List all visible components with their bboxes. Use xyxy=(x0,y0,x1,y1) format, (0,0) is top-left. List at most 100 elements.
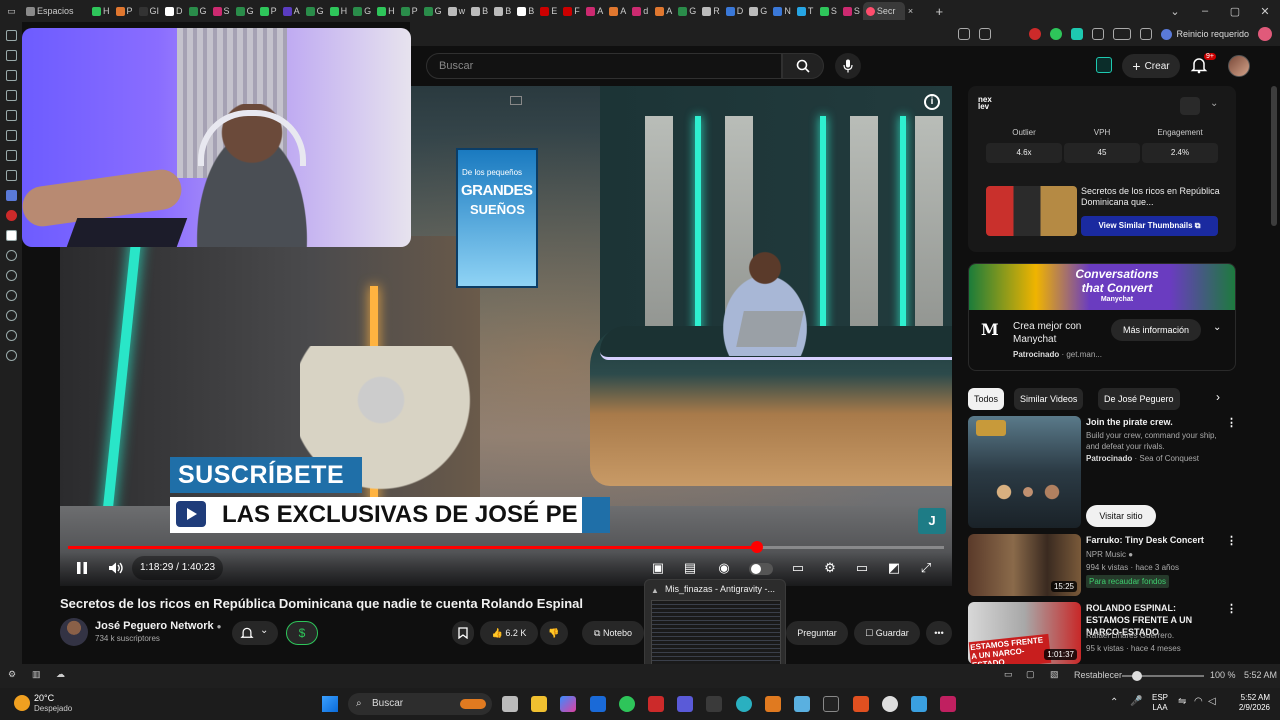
thanks-button[interactable]: $ xyxy=(286,621,318,645)
browser-tab[interactable]: w xyxy=(445,2,469,20)
close-window-icon[interactable]: ✕ xyxy=(1250,5,1280,18)
volume-button[interactable] xyxy=(106,558,126,578)
sidebar-web-panel-icon[interactable] xyxy=(5,290,17,301)
theater-mode-icon[interactable]: ▭ xyxy=(852,558,872,578)
active-tab[interactable]: Secr xyxy=(862,2,905,20)
chip-de-jose-peguero[interactable]: De José Peguero xyxy=(1098,388,1180,410)
sidebar-history-icon[interactable] xyxy=(5,90,17,101)
file-explorer-icon[interactable] xyxy=(531,696,547,712)
video-thumbnail[interactable]: 15:25 xyxy=(968,534,1081,596)
browser-tab[interactable]: G xyxy=(675,2,699,20)
minimize-icon[interactable]: – xyxy=(1190,5,1220,17)
taskbar-search[interactable]: ⌕ Buscar xyxy=(348,693,492,715)
task-view-icon[interactable] xyxy=(502,696,518,712)
channel-name[interactable]: José Peguero Network ● xyxy=(95,620,222,632)
profile-avatar-icon[interactable] xyxy=(1258,27,1272,41)
browser-tab[interactable]: D xyxy=(723,2,747,20)
browser-tab[interactable]: Espacios xyxy=(23,2,89,20)
browser-tab[interactable]: B xyxy=(468,2,491,20)
browser-tab[interactable]: P xyxy=(398,2,421,20)
browser-tab[interactable]: GI xyxy=(136,2,163,20)
chevron-down-icon[interactable]: ⌄ xyxy=(1213,322,1221,333)
more-options-icon[interactable]: ⋮ xyxy=(1226,534,1237,547)
create-button[interactable]: + Crear xyxy=(1122,54,1180,78)
image-toggle-icon[interactable]: ▧ xyxy=(1050,669,1059,680)
maximize-icon[interactable]: ▢ xyxy=(1220,5,1250,18)
sidebar-add-panel-icon[interactable] xyxy=(5,350,17,361)
browser-tab[interactable]: H xyxy=(89,2,113,20)
snipping-tool-icon[interactable] xyxy=(940,696,956,712)
browser-tab[interactable]: S xyxy=(840,2,863,20)
settings-gear-icon[interactable]: ⚙ xyxy=(8,669,16,680)
edge-icon[interactable] xyxy=(736,696,752,712)
notepad-icon[interactable] xyxy=(794,696,810,712)
page-scrollbar[interactable] xyxy=(1268,46,1280,664)
start-button[interactable] xyxy=(322,696,338,712)
sidebar-whatsapp-icon[interactable] xyxy=(5,230,17,241)
chip-todos[interactable]: Todos xyxy=(968,388,1005,410)
antigravity-icon[interactable] xyxy=(706,696,722,712)
browser-tab[interactable]: G xyxy=(746,2,770,20)
sidebar-web-panel-icon[interactable] xyxy=(5,330,17,341)
browser-tab[interactable]: G xyxy=(233,2,257,20)
browser-tab[interactable]: A xyxy=(280,2,303,20)
terminal-icon[interactable] xyxy=(823,696,839,712)
fullscreen-icon[interactable]: ⤢ xyxy=(916,558,936,578)
browser-tab[interactable]: E xyxy=(537,2,560,20)
sponsored-ad-card[interactable]: Conversations that Convert Manychat M Cr… xyxy=(968,263,1236,371)
sidebar-reader-icon[interactable] xyxy=(5,150,17,161)
save-button[interactable]: ☐ Guardar xyxy=(854,621,920,645)
extension-grid-icon[interactable] xyxy=(1092,28,1105,40)
cast-icon[interactable]: ◩ xyxy=(884,558,904,578)
browser-tab[interactable]: A xyxy=(652,2,675,20)
list-item[interactable]: Join the pirate crew. Build your crew, c… xyxy=(968,416,1237,528)
browser-tab[interactable]: G xyxy=(350,2,374,20)
list-item[interactable]: 15:25 Farruko: Tiny Desk Concert NPR Mus… xyxy=(968,534,1237,596)
visit-site-button[interactable]: Visitar sitio xyxy=(1086,505,1156,527)
chevron-right-icon[interactable]: › xyxy=(1216,390,1220,404)
taskbar-window-preview[interactable]: ▲ Mis_finazas - Antigravity -... xyxy=(644,579,786,675)
sidebar-toggle-icon[interactable]: ▭ xyxy=(0,2,23,20)
sidebar-bookmarks-icon[interactable] xyxy=(5,50,17,61)
teams-icon[interactable] xyxy=(677,696,693,712)
new-tab-button[interactable]: + xyxy=(928,2,951,20)
vivaldi-icon[interactable] xyxy=(648,696,664,712)
notification-bell-button[interactable]: ⌄ xyxy=(232,621,278,645)
sidebar-downloads-icon[interactable] xyxy=(5,70,17,81)
channel-avatar[interactable] xyxy=(60,618,88,646)
pirate-ad-thumbnail[interactable] xyxy=(968,416,1081,528)
tab-search-icon[interactable]: ⌄ xyxy=(1160,5,1190,18)
sidebar-vivaldi-icon[interactable] xyxy=(5,210,17,221)
panel-toggle-icon[interactable]: ▥ xyxy=(32,669,41,680)
search-input[interactable]: Buscar xyxy=(426,53,782,79)
browser-tab[interactable]: P xyxy=(257,2,280,20)
like-button[interactable]: 👍 6.2 K xyxy=(480,621,538,645)
zoom-reset-button[interactable]: Restablecer xyxy=(1074,670,1122,680)
weather-icon[interactable] xyxy=(14,695,30,711)
zoom-slider-knob[interactable] xyxy=(1132,671,1142,681)
browser-tab[interactable]: B xyxy=(514,2,537,20)
browser-tab[interactable]: G xyxy=(186,2,210,20)
extension-teal-icon[interactable] xyxy=(1071,28,1084,40)
browser-tab[interactable]: N xyxy=(770,2,794,20)
account-avatar[interactable] xyxy=(1228,55,1250,77)
browser-tab[interactable]: A xyxy=(606,2,629,20)
more-options-icon[interactable]: ⋮ xyxy=(1226,602,1237,615)
ext-thumbnail-icon[interactable]: ▣ xyxy=(648,558,668,578)
extension-red-icon[interactable] xyxy=(1029,28,1042,40)
browser-tab[interactable]: H xyxy=(374,2,398,20)
dislike-button[interactable]: 👎 xyxy=(540,621,568,645)
mail-icon[interactable] xyxy=(590,696,606,712)
page-actions-icon[interactable]: ▭ xyxy=(1004,669,1013,680)
browser-tab[interactable]: D xyxy=(162,2,186,20)
browser-tab[interactable]: P xyxy=(113,2,136,20)
notebook-button[interactable]: ⧉ Notebo xyxy=(582,621,644,645)
browser-tab[interactable]: F xyxy=(560,2,583,20)
sidebar-mail-icon[interactable] xyxy=(5,170,17,181)
chrome-icon[interactable] xyxy=(619,696,635,712)
info-icon[interactable]: i xyxy=(924,94,940,110)
brave-icon[interactable] xyxy=(853,696,869,712)
chip-similar-videos[interactable]: Similar Videos xyxy=(1014,388,1084,410)
ask-button[interactable]: Preguntar xyxy=(786,621,848,645)
notifications-button[interactable]: 9+ xyxy=(1190,53,1216,76)
